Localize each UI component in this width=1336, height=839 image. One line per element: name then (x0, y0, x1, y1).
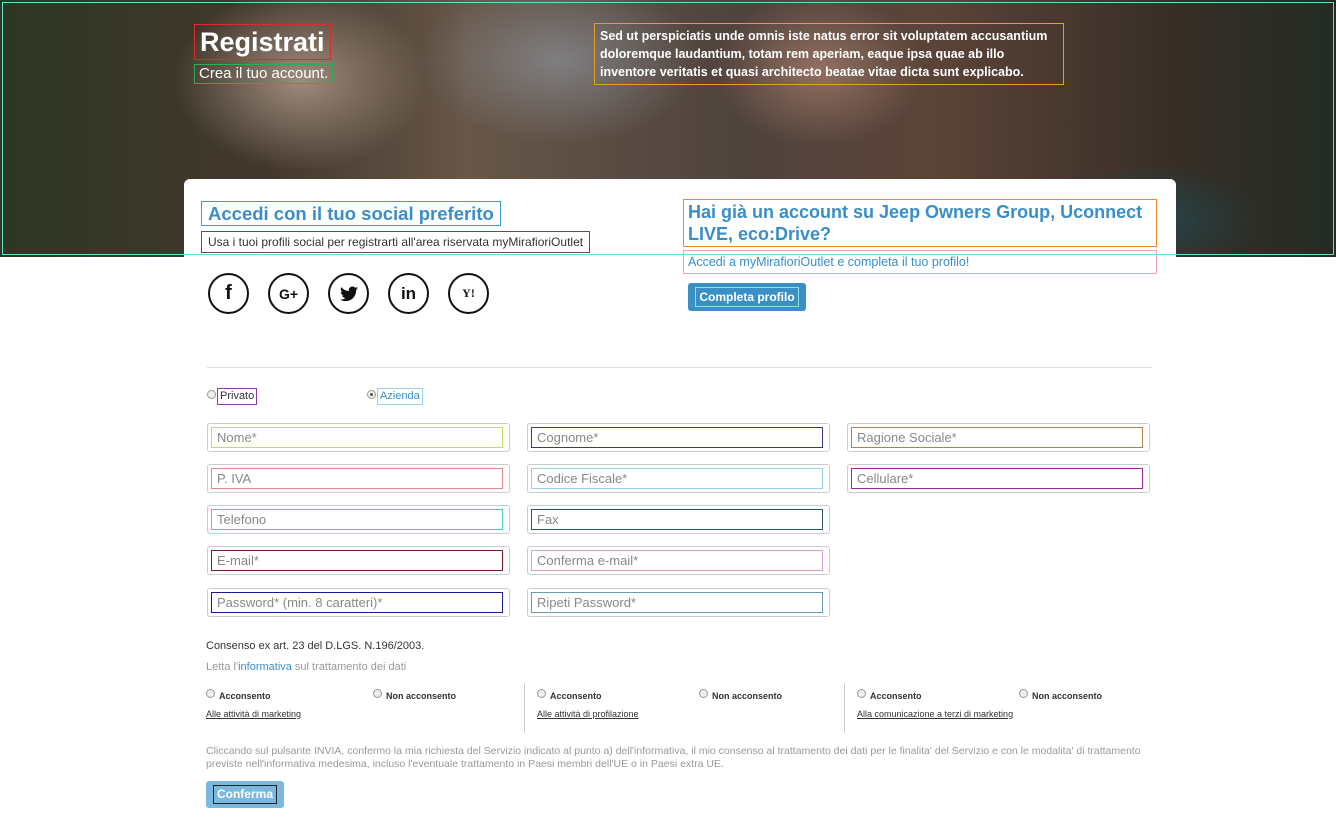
yahoo-icon[interactable]: Y! (448, 273, 489, 314)
ripeti-password-field-wrap (527, 588, 830, 617)
facebook-icon[interactable]: f (208, 273, 249, 314)
cognome-input[interactable] (531, 427, 823, 448)
telefono-input[interactable] (211, 509, 503, 530)
telefono-field-wrap (207, 505, 510, 534)
ripeti-password-input[interactable] (531, 592, 823, 613)
section-divider (207, 367, 1152, 368)
radio-azienda[interactable] (367, 390, 376, 399)
complete-profile-label: Completa profilo (695, 287, 799, 307)
password-field-wrap (207, 588, 510, 617)
hero-description: Sed ut perspiciatis unde omnis iste natu… (594, 23, 1064, 85)
cellulare-input[interactable] (851, 468, 1143, 489)
consent-title: Consenso ex art. 23 del D.LGS. N.196/200… (206, 640, 425, 652)
linkedin-icon[interactable]: in (388, 273, 429, 314)
google-plus-icon[interactable]: G+ (268, 273, 309, 314)
page-title: Registrati (194, 24, 331, 60)
consent-profiling-decline-label: Non acconsento (712, 691, 783, 701)
codice-fiscale-input[interactable] (531, 468, 823, 489)
nome-input[interactable] (211, 427, 503, 448)
consent-third-party-accept-label: Acconsento (870, 691, 922, 701)
consent-marketing-link[interactable]: Alle attività di marketing (206, 709, 301, 719)
consent-marketing-decline-radio[interactable] (373, 689, 382, 698)
twitter-icon[interactable] (328, 273, 369, 314)
consent-profiling-decline-radio[interactable] (699, 689, 708, 698)
email-field-wrap (207, 546, 510, 575)
confirm-button[interactable]: Conferma (206, 781, 284, 808)
consent-third-party-decline-radio[interactable] (1019, 689, 1028, 698)
password-input[interactable] (211, 592, 503, 613)
consent-profiling-accept-label: Acconsento (550, 691, 602, 701)
consent-marketing-accept-label: Acconsento (219, 691, 271, 701)
email-input[interactable] (211, 550, 503, 571)
cognome-field-wrap (527, 423, 830, 452)
page-subtitle: Crea il tuo account. (194, 64, 334, 84)
confirm-button-label: Conferma (212, 785, 277, 804)
ragione-sociale-field-wrap (847, 423, 1150, 452)
conferma-email-input[interactable] (531, 550, 823, 571)
codice-fiscale-field-wrap (527, 464, 830, 493)
consent-marketing-accept-radio[interactable] (206, 689, 215, 698)
radio-privato-label[interactable]: Privato (217, 388, 258, 405)
submit-disclaimer: Cliccando sul pulsante INVIA, confermo l… (206, 745, 1141, 770)
twitter-bird-icon (339, 286, 358, 301)
nome-field-wrap (207, 423, 510, 452)
radio-azienda-label[interactable]: Azienda (377, 388, 423, 405)
fax-input[interactable] (531, 509, 823, 530)
consent-profiling-accept-radio[interactable] (537, 689, 546, 698)
consent-marketing-decline-label: Non acconsento (386, 691, 457, 701)
consent-third-party-accept-radio[interactable] (857, 689, 866, 698)
consent-third-party-decline-label: Non acconsento (1032, 691, 1103, 701)
radio-privato[interactable] (207, 390, 216, 399)
consent-separator (844, 683, 845, 733)
consent-info-suffix: sul trattamento dei dati (291, 661, 407, 673)
consent-profiling-link[interactable]: Alle attività di profilazione (537, 709, 639, 719)
ragione-sociale-input[interactable] (851, 427, 1143, 448)
informativa-link[interactable]: informativa (238, 661, 292, 673)
consent-info-prefix: Letta l' (206, 661, 239, 673)
fax-field-wrap (527, 505, 830, 534)
consent-separator (524, 683, 525, 733)
piva-field-wrap (207, 464, 510, 493)
consent-info-text: Letta l'informativa sul trattamento dei … (206, 661, 406, 673)
consent-third-party-link[interactable]: Alla comunicazione a terzi di marketing (857, 709, 1013, 719)
cellulare-field-wrap (847, 464, 1150, 493)
complete-profile-button[interactable]: Completa profilo (688, 283, 806, 311)
conferma-email-field-wrap (527, 546, 830, 575)
piva-input[interactable] (211, 468, 503, 489)
